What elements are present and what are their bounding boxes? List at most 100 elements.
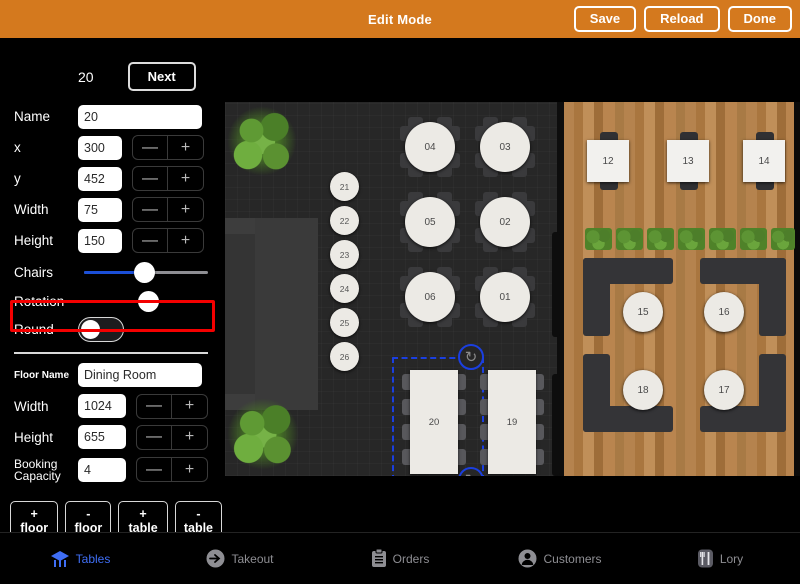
bottom-tab-bar: Tables Takeout Orders Customers Lory [0,532,800,584]
floor-width-decrement-button[interactable]: — [137,394,172,418]
table-label[interactable]: 14 [743,140,785,182]
done-button[interactable]: Done [727,6,792,32]
stool-26[interactable]: 26 [330,342,359,371]
booking-capacity-stepper[interactable]: — + [136,457,208,482]
table-group-05[interactable]: 05 [400,192,460,252]
table-label[interactable]: 13 [667,140,709,182]
table-group-03[interactable]: 03 [475,117,535,177]
table-height-decrement-button[interactable]: — [133,229,168,252]
stool-22[interactable]: 22 [330,206,359,235]
table-group-01[interactable]: 01 [475,267,535,327]
floor-name-label: Floor Name [14,369,70,381]
table-label[interactable]: 12 [587,140,629,182]
x-label: x [14,140,21,155]
table-label[interactable]: 19 [488,370,536,474]
table-width-increment-button[interactable]: + [168,198,203,221]
table-width-decrement-button[interactable]: — [133,198,168,221]
stool-24[interactable]: 24 [330,274,359,303]
floorplan-canvas[interactable]: 04 03 05 02 06 01 21 22 23 24 25 26 ↻ 20… [225,102,800,476]
table-height-increment-button[interactable]: + [168,229,203,252]
lounge-table-15[interactable]: 15 [623,292,663,332]
lounge-table-18[interactable]: 18 [623,370,663,410]
round-toggle[interactable] [78,316,124,342]
panel-divider [14,352,208,354]
table-group-14[interactable]: 14 [743,132,785,190]
name-input[interactable] [78,104,202,129]
tab-tables[interactable]: Tables [0,550,160,568]
next-button[interactable]: Next [127,62,196,91]
vertical-scrollbar-lower[interactable] [552,374,560,476]
tab-takeout[interactable]: Takeout [160,549,320,568]
table-label[interactable]: 03 [480,122,530,172]
lounge-table-16[interactable]: 16 [704,292,744,332]
takeout-arrow-icon [206,549,225,568]
vertical-scrollbar-upper[interactable] [552,232,560,337]
stool-25[interactable]: 25 [330,308,359,337]
tab-takeout-label: Takeout [231,551,274,566]
floor-name-input[interactable] [78,363,202,387]
x-decrement-button[interactable]: — [133,136,168,159]
tab-orders[interactable]: Orders [320,549,480,568]
header-bar: Edit Mode Save Reload Done [0,0,800,38]
tab-customers-label: Customers [543,551,602,566]
tab-customers[interactable]: Customers [480,549,640,568]
table-label[interactable]: 06 [405,272,455,322]
floor-width-row: Width — + [0,391,222,422]
booking-capacity-decrement-button[interactable]: — [137,458,172,481]
y-decrement-button[interactable]: — [133,167,168,190]
rotation-slider[interactable] [84,288,208,314]
floor-height-increment-button[interactable]: + [172,426,207,449]
tab-lory[interactable]: Lory [640,549,800,568]
floor-name-row: Floor Name [0,360,222,391]
hedge-planter [678,228,705,250]
y-increment-button[interactable]: + [168,167,203,190]
table-label[interactable]: 02 [480,197,530,247]
booking-capacity-row: Booking Capacity — + [0,453,222,487]
table-group-12[interactable]: 12 [587,132,629,190]
table-group-13[interactable]: 13 [667,132,709,190]
table-label[interactable]: 20 [410,370,458,474]
reload-button[interactable]: Reload [644,6,720,32]
chairs-slider-row: Chairs [0,256,222,288]
table-height-stepper[interactable]: — + [132,228,204,253]
table-label[interactable]: 04 [405,122,455,172]
rotation-slider-row: Rotation [0,288,222,314]
table-icon [50,550,70,568]
table-label[interactable]: 05 [405,197,455,247]
bar-counter-column [255,218,318,410]
y-input[interactable] [78,166,122,191]
booking-capacity-increment-button[interactable]: + [172,458,207,481]
stool-21[interactable]: 21 [330,172,359,201]
cutlery-icon [697,549,714,568]
table-group-19[interactable]: 19 [480,370,544,474]
floor-width-stepper[interactable]: — + [136,393,208,419]
stool-23[interactable]: 23 [330,240,359,269]
x-input[interactable] [78,135,122,160]
rotation-slider-thumb[interactable] [138,290,160,312]
table-width-input[interactable] [78,197,122,222]
booking-capacity-input[interactable] [78,457,126,482]
floor-width-label: Width [14,398,49,414]
floor-width-increment-button[interactable]: + [172,395,207,418]
rotate-handle-top[interactable]: ↻ [458,344,484,370]
x-increment-button[interactable]: + [168,136,203,159]
table-label[interactable]: 01 [480,272,530,322]
chairs-slider[interactable] [84,259,208,285]
floor-width-input[interactable] [78,394,126,418]
floor-height-decrement-button[interactable]: — [137,425,172,449]
table-width-label: Width [14,202,49,217]
chairs-slider-thumb[interactable] [133,261,155,283]
table-height-input[interactable] [78,228,122,253]
floor-height-stepper[interactable]: — + [136,424,208,450]
y-stepper[interactable]: — + [132,166,204,191]
save-button[interactable]: Save [573,6,637,32]
person-icon [518,549,537,568]
x-stepper[interactable]: — + [132,135,204,160]
table-group-04[interactable]: 04 [400,117,460,177]
floor-height-input[interactable] [78,425,126,449]
table-width-stepper[interactable]: — + [132,197,204,222]
table-group-20[interactable]: 20 [402,370,466,474]
table-group-02[interactable]: 02 [475,192,535,252]
lounge-table-17[interactable]: 17 [704,370,744,410]
table-group-06[interactable]: 06 [400,267,460,327]
